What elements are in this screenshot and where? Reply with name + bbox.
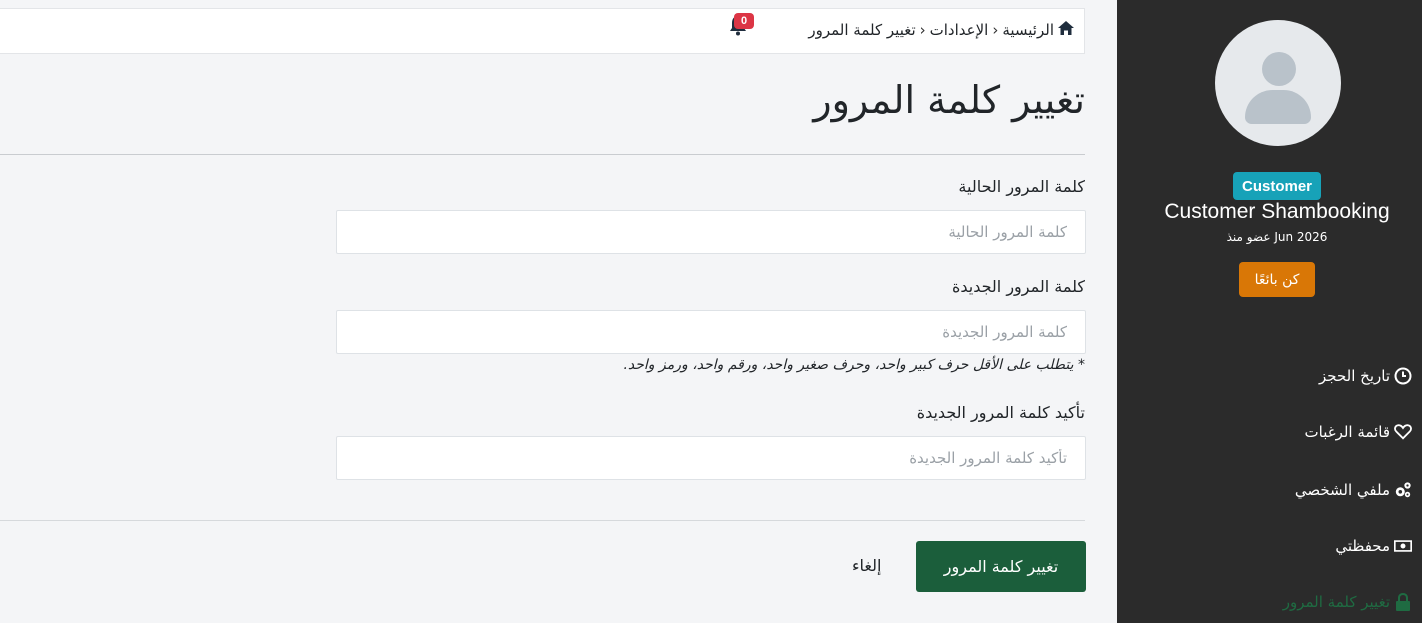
notification-count-badge: 0 xyxy=(734,13,754,29)
money-icon xyxy=(1394,537,1412,555)
chevron-left-icon: ‹ xyxy=(919,21,926,39)
cancel-link[interactable]: إلغاء xyxy=(852,556,881,575)
breadcrumb-settings[interactable]: الإعدادات xyxy=(930,21,989,39)
role-badge: Customer xyxy=(1233,172,1321,200)
breadcrumb-current: تغيير كلمة المرور xyxy=(808,21,916,39)
sidebar-item-change-password[interactable]: تغيير كلمة المرور xyxy=(1283,588,1412,616)
lock-icon xyxy=(1394,593,1412,611)
breadcrumb-home[interactable]: الرئيسية xyxy=(1002,21,1054,39)
gears-icon xyxy=(1394,481,1412,499)
password-requirements-hint: * يتطلب على الأقل حرف كبير واحد، وحرف صغ… xyxy=(623,357,1085,373)
home-icon[interactable] xyxy=(1058,21,1074,39)
breadcrumb: الرئيسية ‹ الإعدادات ‹ تغيير كلمة المرور xyxy=(808,21,1074,39)
current-password-label: كلمة المرور الحالية xyxy=(958,177,1085,196)
sidebar-item-booking-history[interactable]: تاريخ الحجز xyxy=(1319,362,1412,390)
change-password-button[interactable]: تغيير كلمة المرور xyxy=(916,541,1086,592)
user-placeholder-icon xyxy=(1262,52,1296,86)
sidebar: Customer Customer Shambooking عضو منذ Ju… xyxy=(1117,0,1422,623)
member-since: عضو منذ Jun 2026 xyxy=(1226,230,1328,244)
new-password-label: كلمة المرور الجديدة xyxy=(951,277,1085,296)
sidebar-item-label: قائمة الرغبات xyxy=(1304,423,1390,441)
confirm-password-input[interactable] xyxy=(336,436,1086,480)
become-seller-button[interactable]: كن بائعًا xyxy=(1239,262,1315,297)
divider xyxy=(0,154,1085,155)
chevron-left-icon: ‹ xyxy=(992,21,999,39)
sidebar-item-label: تغيير كلمة المرور xyxy=(1282,593,1390,611)
sidebar-item-label: محفظتي xyxy=(1335,537,1390,555)
new-password-input[interactable] xyxy=(336,310,1086,354)
sidebar-item-label: تاريخ الحجز xyxy=(1319,367,1390,385)
sidebar-item-label: ملفي الشخصي xyxy=(1294,481,1390,499)
heart-icon xyxy=(1394,423,1412,441)
user-name: Customer Shambooking xyxy=(1164,200,1390,223)
current-password-input[interactable] xyxy=(336,210,1086,254)
avatar xyxy=(1215,20,1341,146)
clock-icon xyxy=(1394,367,1412,385)
sidebar-item-wishlist[interactable]: قائمة الرغبات xyxy=(1305,418,1412,446)
top-bar: الرئيسية ‹ الإعدادات ‹ تغيير كلمة المرور xyxy=(0,8,1085,54)
page-title: تغيير كلمة المرور xyxy=(813,78,1085,122)
sidebar-item-profile[interactable]: ملفي الشخصي xyxy=(1295,476,1412,504)
sidebar-item-wallet[interactable]: محفظتي xyxy=(1335,532,1412,560)
confirm-password-label: تأكيد كلمة المرور الجديدة xyxy=(916,403,1085,422)
divider xyxy=(0,520,1085,521)
